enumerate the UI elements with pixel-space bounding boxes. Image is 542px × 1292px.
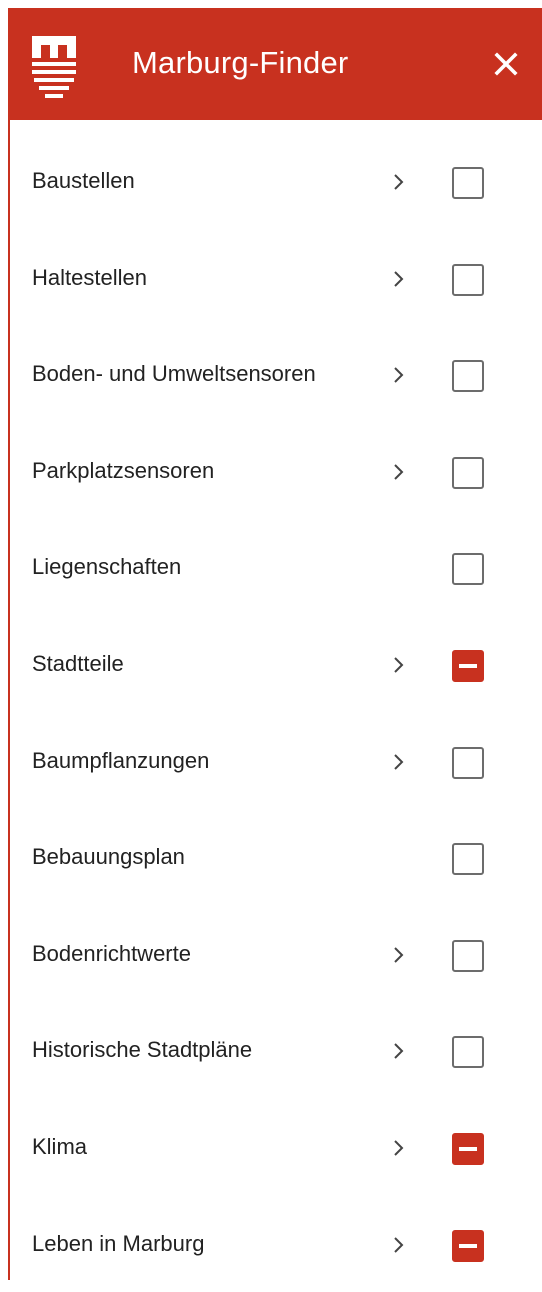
indeterminate-dash-icon bbox=[459, 1243, 477, 1248]
layer-item[interactable]: Historische Stadtpläne bbox=[10, 1002, 542, 1099]
chevron-right-icon[interactable] bbox=[393, 270, 405, 288]
layer-label: Boden- und Umweltsensoren bbox=[32, 361, 316, 387]
layer-item[interactable]: Parkplatzsensoren bbox=[10, 423, 542, 520]
chevron-right-icon[interactable] bbox=[393, 173, 405, 191]
app-title: Marburg-Finder bbox=[132, 45, 349, 80]
layer-label: Historische Stadtpläne bbox=[32, 1037, 253, 1063]
layer-item[interactable]: Liegenschaften bbox=[10, 519, 542, 616]
chevron-right-icon[interactable] bbox=[393, 656, 405, 674]
layer-label: Leben in Marburg bbox=[32, 1230, 205, 1256]
chevron-right-icon[interactable] bbox=[393, 1042, 405, 1060]
layer-item[interactable]: Boden- und Umweltsensoren bbox=[10, 326, 542, 423]
marburg-logo-icon bbox=[32, 36, 76, 98]
layer-checkbox[interactable] bbox=[452, 1132, 484, 1165]
layer-list: Baustellen Haltestellen Boden- und Umwelts… bbox=[10, 133, 542, 1292]
layer-item[interactable]: Bebauungsplan bbox=[10, 809, 542, 906]
layer-checkbox[interactable] bbox=[452, 843, 484, 876]
layer-panel: Marburg-Finder Baustellen Haltestellen Bod… bbox=[8, 8, 542, 1280]
layer-item[interactable]: Stadtteile bbox=[10, 616, 542, 713]
layer-item[interactable]: Baustellen bbox=[10, 133, 542, 230]
layer-label: Bodenrichtwerte bbox=[32, 940, 191, 966]
layer-item[interactable]: Klima bbox=[10, 1099, 542, 1196]
indeterminate-dash-icon bbox=[459, 663, 477, 668]
layer-checkbox[interactable] bbox=[452, 939, 484, 972]
layer-label: Parkplatzsensoren bbox=[32, 457, 215, 483]
layer-checkbox[interactable] bbox=[452, 649, 484, 682]
layer-checkbox[interactable] bbox=[452, 746, 484, 779]
layer-item[interactable]: Baumpflanzungen bbox=[10, 713, 542, 810]
chevron-right-icon[interactable] bbox=[393, 1139, 405, 1157]
chevron-right-icon[interactable] bbox=[393, 753, 405, 771]
layer-label: Bebauungsplan bbox=[32, 844, 185, 870]
layer-checkbox[interactable] bbox=[452, 167, 484, 199]
chevron-right-icon[interactable] bbox=[393, 463, 405, 481]
panel-header: Marburg-Finder bbox=[8, 8, 542, 120]
layer-checkbox[interactable] bbox=[452, 1229, 484, 1262]
layer-checkbox[interactable] bbox=[452, 553, 484, 586]
chevron-right-icon[interactable] bbox=[393, 1236, 405, 1254]
layer-label: Haltestellen bbox=[32, 264, 147, 290]
indeterminate-dash-icon bbox=[459, 1146, 477, 1151]
layer-item[interactable]: Leben in Marburg bbox=[10, 1196, 542, 1292]
chevron-right-icon[interactable] bbox=[393, 366, 405, 384]
layer-label: Baumpflanzungen bbox=[32, 747, 210, 773]
layer-checkbox[interactable] bbox=[452, 1036, 484, 1069]
layer-checkbox[interactable] bbox=[452, 456, 484, 489]
chevron-right-icon[interactable] bbox=[393, 946, 405, 964]
layer-label: Liegenschaften bbox=[32, 554, 182, 580]
layer-item[interactable]: Haltestellen bbox=[10, 230, 542, 327]
layer-label: Stadtteile bbox=[32, 650, 124, 676]
layer-item[interactable]: Bodenrichtwerte bbox=[10, 906, 542, 1003]
layer-checkbox[interactable] bbox=[452, 360, 484, 393]
layer-checkbox[interactable] bbox=[452, 263, 484, 296]
layer-label: Klima bbox=[32, 1133, 88, 1159]
close-icon[interactable] bbox=[488, 46, 524, 82]
layer-label: Baustellen bbox=[32, 168, 135, 193]
